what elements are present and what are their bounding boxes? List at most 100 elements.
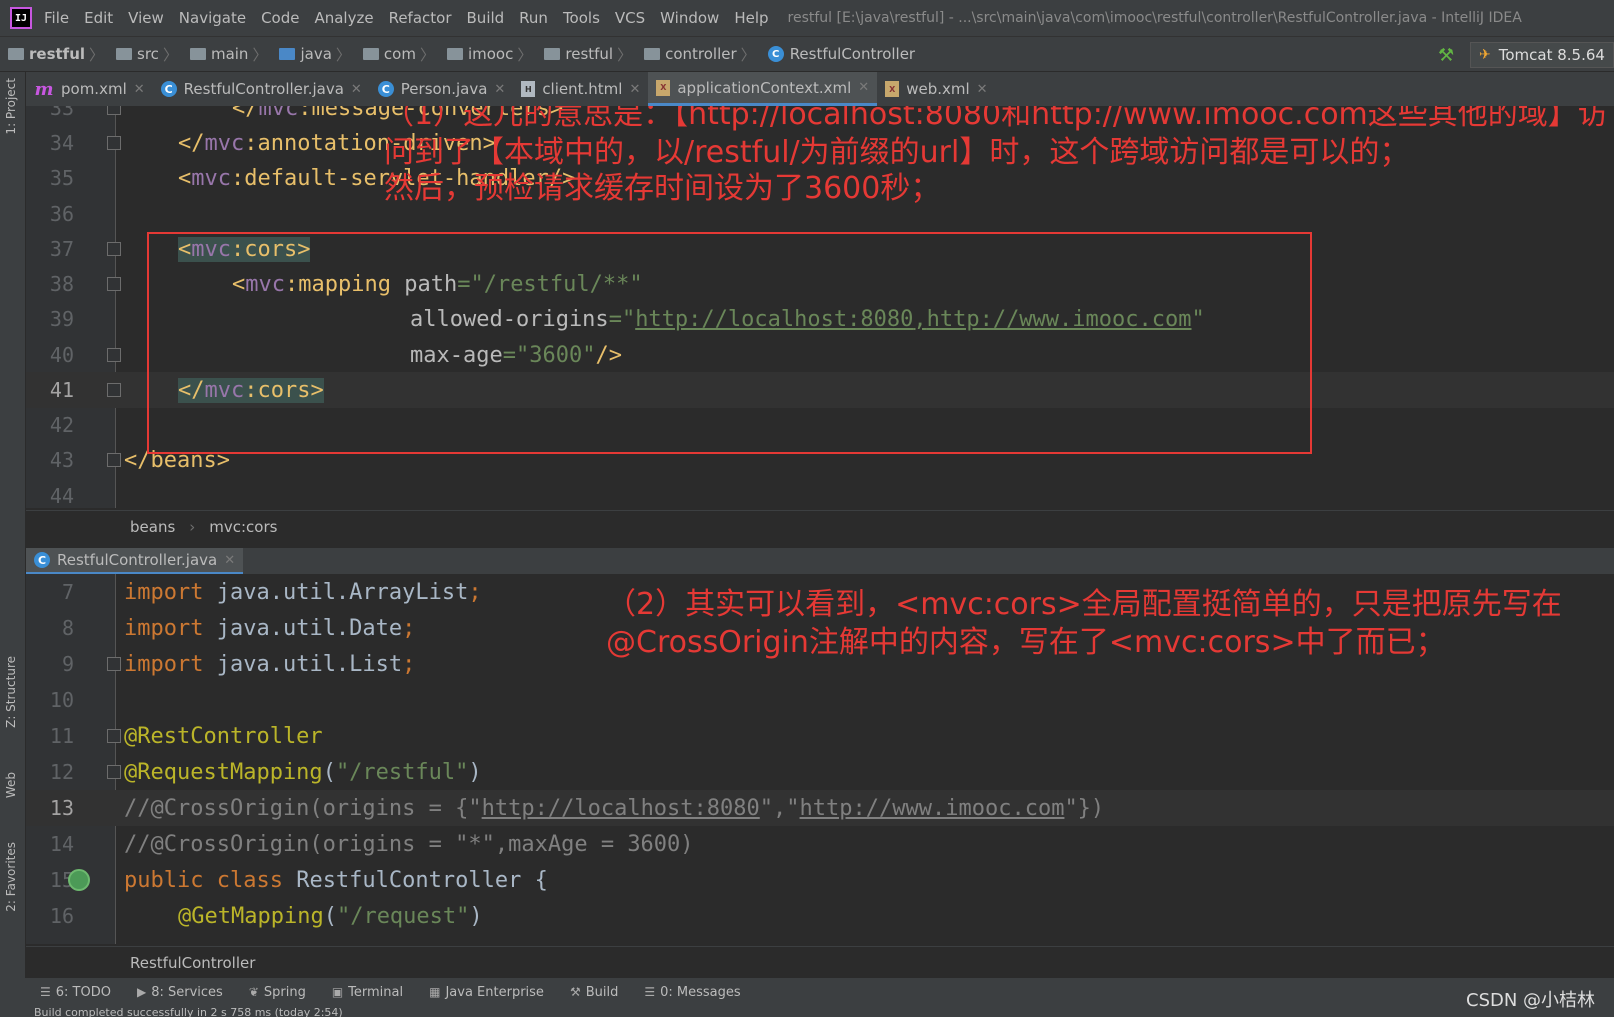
line-number: 14 <box>49 832 74 856</box>
intellij-logo-icon: IJ <box>10 7 32 29</box>
menu-analyze[interactable]: Analyze <box>314 9 373 27</box>
menu-tools[interactable]: Tools <box>563 9 600 27</box>
code-line: 44 <box>26 478 1614 508</box>
menu-navigate[interactable]: Navigate <box>179 9 246 27</box>
line-number: 36 <box>49 202 74 226</box>
fold-marker-icon[interactable] <box>107 729 121 743</box>
close-icon[interactable]: ✕ <box>494 82 505 97</box>
services-tool-button[interactable]: ▶ 8: Services <box>137 985 223 1000</box>
project-tool-button[interactable]: 1: Project <box>4 78 18 135</box>
menu-view[interactable]: View <box>128 9 164 27</box>
java-enterprise-tool-button[interactable]: ▦ Java Enterprise <box>429 985 544 1000</box>
java-editor[interactable]: 7 import java.util.ArrayList; 8 import j… <box>26 574 1614 944</box>
fold-marker-icon[interactable] <box>107 136 121 150</box>
close-icon[interactable]: ✕ <box>224 553 235 568</box>
line-number: 41 <box>49 378 74 402</box>
line-number: 9 <box>61 652 74 676</box>
xml-file-icon: X <box>656 79 671 96</box>
web-tool-button[interactable]: Web <box>4 772 18 798</box>
build-tool-button[interactable]: ⚒ Build <box>570 985 618 1000</box>
annotation-line: @CrossOrigin注解中的内容，写在了<mvc:cors>中了而已； <box>606 625 1446 660</box>
tab-person-java[interactable]: C Person.java ✕ <box>370 72 514 106</box>
menu-vcs[interactable]: VCS <box>615 9 645 27</box>
line-number: 10 <box>49 688 74 712</box>
build-hammer-icon[interactable]: ⚒ <box>1438 45 1454 66</box>
menu-refactor[interactable]: Refactor <box>389 9 452 27</box>
java-breadcrumb-bar: RestfulController <box>26 946 1614 979</box>
fold-marker-icon[interactable] <box>107 242 121 256</box>
close-icon[interactable]: ✕ <box>351 82 362 97</box>
close-icon[interactable]: ✕ <box>629 82 640 97</box>
project-folder-icon <box>8 48 24 60</box>
class-icon: C <box>377 81 394 97</box>
menu-file[interactable]: File <box>44 9 69 27</box>
tool-window-bar: ☰ 6: TODO ▶ 8: Services ❦ Spring ▣ Terminal … <box>0 978 1614 1006</box>
breadcrumb-restful-controller[interactable]: RestfulController <box>130 954 255 972</box>
spring-tool-button[interactable]: ❦ Spring <box>249 985 306 1000</box>
fold-marker-icon[interactable] <box>107 277 121 291</box>
spring-bean-gutter-icon[interactable] <box>68 869 90 891</box>
tab-web-xml[interactable]: Xweb.xml ✕ <box>877 72 995 106</box>
crumb-com[interactable]: com 〉 <box>355 44 435 65</box>
crumb-src[interactable]: src 〉 <box>108 44 178 65</box>
menu-window[interactable]: Window <box>660 9 719 27</box>
menu-help[interactable]: Help <box>734 9 768 27</box>
crumb-java[interactable]: java 〉 <box>271 44 351 65</box>
code-line: 16 @GetMapping("/request") <box>26 898 1614 934</box>
favorites-tool-button[interactable]: 2: Favorites <box>4 842 18 912</box>
line-number: 37 <box>49 237 74 261</box>
messages-tool-button[interactable]: ☰ 0: Messages <box>644 985 740 1000</box>
menu-edit[interactable]: Edit <box>84 9 113 27</box>
status-bar: Build completed successfully in 2 s 758 … <box>0 1006 1614 1017</box>
highlight-box <box>147 232 1312 454</box>
navigation-bar: restful 〉 src 〉 main 〉 java 〉 com 〉 imooc 〉 re… <box>0 36 1614 72</box>
menu-build[interactable]: Build <box>467 9 505 27</box>
crumb-restful-controller[interactable]: C RestfulController <box>760 45 915 63</box>
line-number: 13 <box>49 796 74 820</box>
split-editor-tab-bar: C RestfulController.java ✕ <box>26 548 1614 574</box>
close-icon[interactable]: ✕ <box>858 80 869 95</box>
line-number: 42 <box>49 413 74 437</box>
line-number: 33 <box>49 106 74 120</box>
structure-tool-button[interactable]: Z: Structure <box>4 656 18 728</box>
line-number: 34 <box>49 131 74 155</box>
tab-application-context-xml[interactable]: XapplicationContext.xml ✕ <box>648 72 878 106</box>
close-icon[interactable]: ✕ <box>134 82 145 97</box>
run-configuration-selector[interactable]: ✈ Tomcat 8.5.64 <box>1470 42 1614 68</box>
maven-file-icon: m <box>34 78 54 100</box>
annotation-line: （1）这儿的意思是：【http://localhost:8080和http://… <box>384 106 1608 132</box>
crumb-restful[interactable]: restful 〉 <box>536 44 632 65</box>
menu-run[interactable]: Run <box>519 9 548 27</box>
fold-marker-icon[interactable] <box>107 383 121 397</box>
menu-code[interactable]: Code <box>261 9 299 27</box>
todo-tool-button[interactable]: ☰ 6: TODO <box>40 985 111 1000</box>
tab-restful-controller[interactable]: C RestfulController.java ✕ <box>153 72 370 106</box>
breadcrumb-mvc-cors[interactable]: mvc:cors <box>209 518 277 536</box>
crumb-main[interactable]: main 〉 <box>182 44 267 65</box>
fold-marker-icon[interactable] <box>107 657 121 671</box>
line-number: 11 <box>49 724 74 748</box>
crumb-project[interactable]: restful 〉 <box>0 44 104 65</box>
line-number: 12 <box>49 760 74 784</box>
code-line: 14 //@CrossOrigin(origins = "*",maxAge =… <box>26 826 1614 862</box>
breadcrumb-beans[interactable]: beans <box>130 518 175 536</box>
tab-restful-controller-split[interactable]: C RestfulController.java ✕ <box>26 548 244 574</box>
tab-client-html[interactable]: Hclient.html ✕ <box>513 72 648 106</box>
class-icon: C <box>767 46 784 62</box>
xml-editor[interactable]: 33 </mvc:message-converters> 34 </mvc:an… <box>26 106 1614 508</box>
html-file-icon: H <box>521 81 536 97</box>
crumb-imooc[interactable]: imooc 〉 <box>439 44 532 65</box>
hammer-icon: ⚒ <box>569 985 581 999</box>
fold-marker-icon[interactable] <box>107 453 121 467</box>
fold-marker-icon[interactable] <box>107 348 121 362</box>
terminal-tool-button[interactable]: ▣ Terminal <box>332 985 403 1000</box>
tab-pom-xml[interactable]: m pom.xml ✕ <box>26 72 153 106</box>
fold-marker-icon[interactable] <box>107 106 121 115</box>
annotation-line: （2）其实可以看到，<mvc:cors>全局配置挺简单的，只是把原先写在 <box>606 587 1562 622</box>
line-number: 35 <box>49 166 74 190</box>
crumb-controller[interactable]: controller 〉 <box>636 44 756 65</box>
fold-marker-icon[interactable] <box>107 765 121 779</box>
close-icon[interactable]: ✕ <box>977 82 988 97</box>
code-line: 12 @RequestMapping("/restful") <box>26 754 1614 790</box>
line-number: 39 <box>49 307 74 331</box>
